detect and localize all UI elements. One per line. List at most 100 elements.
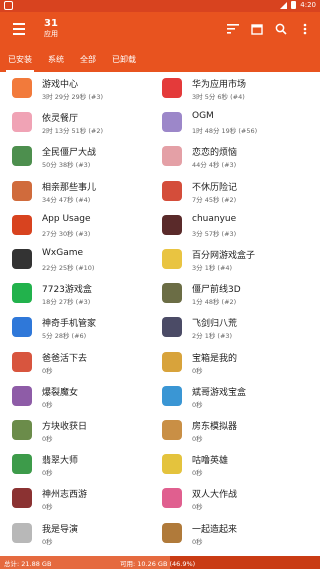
app-usage-time: 27分 30秒 (#3) xyxy=(42,229,91,238)
calendar-icon[interactable] xyxy=(250,22,264,36)
app-usage-time: 2时 13分 51秒 (#2) xyxy=(42,127,104,136)
app-usage-time: 3时 5分 6秒 (#4) xyxy=(192,93,245,101)
app-usage-time: 0秒 xyxy=(42,435,53,443)
landlord-sim-icon xyxy=(162,420,182,440)
app-list-item[interactable]: 斌哥游戏宝盒 0秒 xyxy=(162,382,312,412)
app-list-item[interactable]: 方块收获日 0秒 xyxy=(12,416,162,446)
app-list-item[interactable]: 神州志西游 0秒 xyxy=(12,484,162,514)
app-name: 游戏中心 xyxy=(42,80,79,90)
app-name: 翡翠大师 xyxy=(42,456,79,467)
phone-manager-icon xyxy=(12,317,32,338)
app-name: 不休历险记 xyxy=(192,182,238,193)
app-usage-time: 3分 57秒 (#3) xyxy=(192,229,237,238)
app-name: 方块收获日 xyxy=(42,422,88,432)
app-list-item[interactable]: 全民僵尸大战 50分 38秒 (#3) xyxy=(12,142,162,172)
app-usage-time: 2分 1秒 (#3) xyxy=(192,332,233,341)
app-list-item[interactable]: 爆裂魔女 0秒 xyxy=(12,382,162,412)
app-list-item[interactable]: 恋恋的烦恼 44分 4秒 (#3) xyxy=(162,142,312,172)
app-usage-time: 3时 29分 29秒 (#3) xyxy=(42,93,104,101)
app-usage-time: 1分 48秒 (#2) xyxy=(192,298,237,307)
gulu-hero-icon xyxy=(162,454,182,475)
app-name: 百分网游戏盒子 xyxy=(192,251,256,261)
tab-system[interactable]: 系统 xyxy=(40,48,72,72)
app-usage-time: 7分 45秒 (#2) xyxy=(192,195,237,204)
app-list-item[interactable]: 7723游戏盒 18分 27秒 (#3) xyxy=(12,279,162,309)
notification-icon xyxy=(4,1,13,10)
app-usage-time: 5分 28秒 (#6) xyxy=(42,332,87,341)
app-list-item[interactable]: WxGame 22分 25秒 (#10) xyxy=(12,245,162,275)
app-list-item[interactable]: 僵尸前线3D 1分 48秒 (#2) xyxy=(162,279,312,309)
app-usage-time: 34分 47秒 (#4) xyxy=(42,195,91,204)
search-icon[interactable] xyxy=(274,22,288,36)
app-usage-time: 1时 48分 19秒 (#56) xyxy=(192,127,258,136)
app-list-item[interactable]: 我是导演 0秒 xyxy=(12,519,162,549)
status-bar: 4:20 xyxy=(0,0,320,12)
build-together-icon xyxy=(162,522,182,543)
app-usage-time: 0秒 xyxy=(192,435,203,443)
journey-west-icon xyxy=(12,488,32,509)
app-usage-time: 0秒 xyxy=(192,366,203,375)
app-usage-icon xyxy=(12,214,32,235)
app-usage-time: 3分 1秒 (#4) xyxy=(192,264,233,272)
app-list-item[interactable]: 神奇手机管家 5分 28秒 (#6) xyxy=(12,313,162,343)
app-name: 全民僵尸大战 xyxy=(42,148,97,159)
app-list-item[interactable]: 百分网游戏盒子 3分 1秒 (#4) xyxy=(162,245,312,275)
app-list-item[interactable]: OGM 1时 48分 19秒 (#56) xyxy=(162,108,312,138)
app-bar: 31 应用 xyxy=(0,12,320,48)
app-subtitle: 应用 xyxy=(44,30,58,38)
app-list-item[interactable]: chuanyue 3分 57秒 (#3) xyxy=(162,211,312,241)
app-usage-time: 0秒 xyxy=(42,503,53,512)
ogm-icon xyxy=(162,112,182,133)
app-name: App Usage xyxy=(42,213,91,224)
app-name: 神州志西游 xyxy=(42,490,88,501)
jade-master-icon xyxy=(12,454,32,475)
app-name: 华为应用市场 xyxy=(192,80,247,90)
app-list-item[interactable]: 不休历险记 7分 45秒 (#2) xyxy=(162,177,312,207)
app-list-item[interactable]: 翡翠大师 0秒 xyxy=(12,450,162,480)
tab-uninstalled[interactable]: 已卸载 xyxy=(104,48,144,72)
zombie-frontline-icon xyxy=(162,283,182,304)
app-list-item[interactable]: 双人大作战 0秒 xyxy=(162,484,312,514)
app-name: 斌哥游戏宝盒 xyxy=(192,387,247,398)
app-grid: 游戏中心 3时 29分 29秒 (#3) 华为应用市场 3时 5分 6秒 (#4) 依灵… xyxy=(0,74,320,556)
app-name: 咕噜英雄 xyxy=(192,456,229,467)
app-name: OGM xyxy=(192,111,214,122)
app-list-item[interactable]: 爸爸活下去 0秒 xyxy=(12,348,162,378)
app-list-item[interactable]: 依灵餐厅 2时 13分 51秒 (#2) xyxy=(12,108,162,138)
app-name: 相亲那些事儿 xyxy=(42,182,97,193)
app-list-item[interactable]: 房东模拟器 0秒 xyxy=(162,416,312,446)
app-name: 房东模拟器 xyxy=(192,422,238,432)
zombie-war-icon xyxy=(12,146,32,167)
app-usage-time: 0秒 xyxy=(42,537,53,546)
app-name: 7723游戏盒 xyxy=(42,285,92,296)
app-count: 31 xyxy=(44,18,58,29)
status-time: 4:20 xyxy=(300,1,316,9)
duo-battle-icon xyxy=(162,488,182,509)
app-list-item[interactable]: 游戏中心 3时 29分 29秒 (#3) xyxy=(12,74,162,104)
sort-icon[interactable] xyxy=(226,22,240,36)
app-name: 爆裂魔女 xyxy=(42,387,79,398)
app-name: 依灵餐厅 xyxy=(42,114,79,125)
more-options-icon[interactable] xyxy=(298,22,312,36)
app-list-item[interactable]: 飞剑归八荒 2分 1秒 (#3) xyxy=(162,313,312,343)
burst-witch-icon xyxy=(12,385,32,406)
app-list-item[interactable]: 华为应用市场 3时 5分 6秒 (#4) xyxy=(162,74,312,104)
menu-icon[interactable] xyxy=(13,23,25,35)
app-list-item[interactable]: 宝箱是我的 0秒 xyxy=(162,348,312,378)
app-list-item[interactable]: 一起造起来 0秒 xyxy=(162,519,312,549)
dad-survive-icon xyxy=(12,351,32,372)
tab-installed[interactable]: 已安装 xyxy=(0,48,40,72)
app-usage-time: 0秒 xyxy=(192,400,203,409)
block-harvest-icon xyxy=(12,420,32,440)
app-list-item[interactable]: App Usage 27分 30秒 (#3) xyxy=(12,211,162,241)
app-list-item[interactable]: 咕噜英雄 0秒 xyxy=(162,450,312,480)
game-center-icon xyxy=(12,78,32,98)
wxgame-icon xyxy=(12,249,32,269)
tab-all[interactable]: 全部 xyxy=(72,48,104,72)
storage-footer: 总计: 21.88 GB 可用: 10.26 GB (46.9%) xyxy=(0,556,320,569)
app-name: 我是导演 xyxy=(42,524,79,535)
app-list-item[interactable]: 相亲那些事儿 34分 47秒 (#4) xyxy=(12,177,162,207)
baifen-gamebox-icon xyxy=(162,249,182,269)
app-usage-time: 18分 27秒 (#3) xyxy=(42,298,91,307)
app-usage-time: 44分 4秒 (#3) xyxy=(192,161,237,170)
